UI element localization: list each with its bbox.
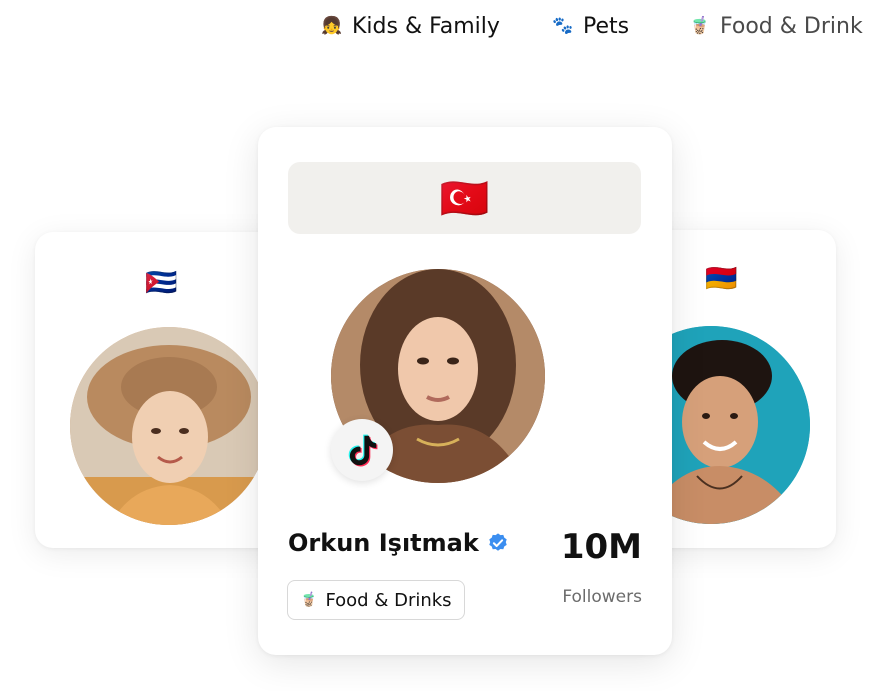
category-chip[interactable]: 🧋 Food & Drinks bbox=[287, 580, 465, 620]
category-label: Food & Drink bbox=[720, 13, 863, 39]
country-banner: 🇹🇷 bbox=[288, 162, 641, 234]
child-emoji-icon: 👧 bbox=[321, 16, 343, 36]
armenia-flag-icon: 🇦🇲 bbox=[705, 264, 738, 294]
paw-prints-icon: 🐾 bbox=[552, 16, 574, 36]
category-pets[interactable]: 🐾 Pets bbox=[551, 10, 629, 42]
followers-count: 10M bbox=[560, 527, 642, 567]
creator-name-row: Orkun Işıtmak bbox=[288, 529, 509, 557]
avatar bbox=[70, 327, 268, 525]
category-food-drink[interactable]: 🧋 Food & Drink bbox=[688, 10, 863, 42]
turkey-flag-icon: 🇹🇷 bbox=[439, 175, 490, 222]
verified-badge-icon bbox=[489, 533, 507, 551]
tiktok-icon bbox=[331, 419, 393, 481]
bubble-tea-icon: 🧋 bbox=[300, 592, 318, 608]
category-label: Kids & Family bbox=[352, 13, 500, 39]
category-kids-family[interactable]: 👧 Kids & Family bbox=[320, 10, 500, 42]
category-label: Pets bbox=[583, 13, 630, 39]
cuba-flag-icon: 🇨🇺 bbox=[145, 268, 178, 298]
bubble-tea-icon: 🧋 bbox=[689, 16, 711, 36]
creator-showcase: 👧 Kids & Family 🐾 Pets 🧋 Food & Drink 🇨🇺 bbox=[0, 0, 877, 691]
creator-card-featured[interactable]: 🇹🇷 Orkun Işıtmak 10M Followers 🧋 Food & … bbox=[258, 127, 672, 655]
category-chip-label: Food & Drinks bbox=[325, 589, 452, 611]
creator-photo-left bbox=[70, 327, 268, 525]
creator-name: Orkun Işıtmak bbox=[288, 529, 479, 557]
followers-label: Followers bbox=[562, 587, 642, 607]
